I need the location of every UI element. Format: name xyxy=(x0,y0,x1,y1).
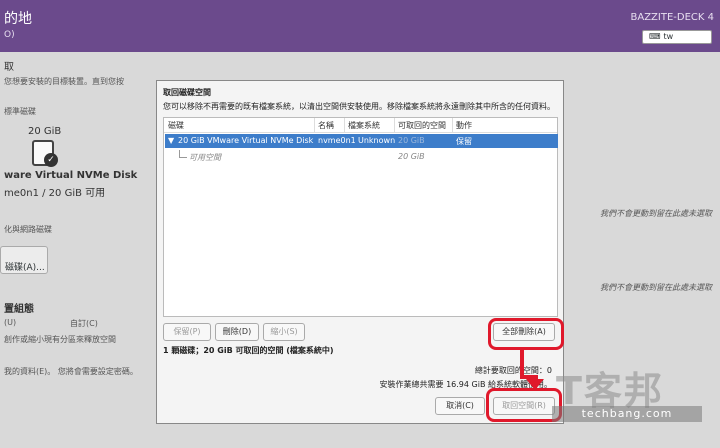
instruction-text: 您想要安裝的目標裝置。直到您按 xyxy=(4,77,124,86)
custom-option[interactable]: 自訂(C) xyxy=(70,318,98,329)
header-title: 的地 xyxy=(4,11,32,27)
free-space-cell: 可用空間 xyxy=(189,153,221,162)
reclaim-hint: 創作或縮小現有分區來釋放空間 xyxy=(4,335,116,344)
local-disks-label: 標準磁碟 xyxy=(4,107,36,116)
watermark-site: techbang.com xyxy=(552,406,702,422)
reclaim-table-area: 磁碟 名稱 檔案系統 可取回的空間 動作 ▼ 20 GiB VMware Vir… xyxy=(163,117,558,399)
expander-triangle-icon[interactable]: ▼ xyxy=(168,136,174,145)
table-row-disk[interactable]: ▼ 20 GiB VMware Virtual NVMe Disk nvme0n… xyxy=(165,134,558,148)
right-hint-1: 我們不會更動到留在此處未選取 xyxy=(600,209,712,218)
disk-size: 20 GiB xyxy=(28,126,62,137)
storage-config-label: 置組態 xyxy=(4,304,34,315)
automatic-option[interactable]: (U) xyxy=(4,318,16,327)
delete-all-highlight xyxy=(488,318,564,350)
network-disks-label: 化與網路磁碟 xyxy=(4,225,52,234)
done-button[interactable]: O) xyxy=(4,30,15,40)
cancel-button[interactable]: 取消(C) xyxy=(435,397,485,415)
right-hint-2: 我們不會更動到留在此處未選取 xyxy=(600,283,712,292)
product-name: BAZZITE-DECK 4 xyxy=(630,12,715,23)
disk-name: ware Virtual NVMe Disk xyxy=(4,170,138,181)
watermark: T客邦 techbang.com xyxy=(548,360,708,430)
column-header-filesystem[interactable]: 檔案系統 xyxy=(348,120,380,131)
keyboard-layout-value: tw xyxy=(663,32,674,41)
delete-button[interactable]: 刪除(D) xyxy=(215,323,259,341)
keep-button[interactable]: 保留(P) xyxy=(163,323,211,341)
check-icon: ✓ xyxy=(44,153,58,167)
filesystem-cell: Unknown xyxy=(358,136,396,145)
column-header-name[interactable]: 名稱 xyxy=(318,120,334,131)
summary-left: 1 顆磁碟；20 GiB 可取回的空間 (檔案系統中) xyxy=(163,346,334,355)
column-header-reclaimable[interactable]: 可取回的空間 xyxy=(398,120,446,131)
shrink-button[interactable]: 縮小(S) xyxy=(263,323,305,341)
column-header-disk[interactable]: 磁碟 xyxy=(168,120,184,131)
summary-total: 總計要取回的空間：0 xyxy=(474,366,552,375)
name-cell: nvme0n1 xyxy=(318,136,356,145)
dialog-description: 您可以移除不再需要的既有檔案系統，以清出空間供安裝使用。移除檔案系統將永遠刪除其… xyxy=(163,102,555,111)
action-cell: 保留 xyxy=(456,137,472,146)
arrow-shaft xyxy=(520,350,524,378)
reclaim-dialog: 取回磁碟空間 您可以移除不再需要的既有檔案系統，以清出空間供安裝使用。移除檔案系… xyxy=(156,80,564,424)
reclaimable-cell: 20 GiB xyxy=(398,136,425,145)
encrypt-text: 我的資料(E)。 您將會需要設定密碼。 xyxy=(4,367,138,376)
installer-header: 的地 O) BAZZITE-DECK 4 ⌨ tw xyxy=(0,0,720,52)
section-title: 取 xyxy=(4,62,14,73)
keyboard-layout-button[interactable]: ⌨ tw xyxy=(642,30,712,44)
column-header-action[interactable]: 動作 xyxy=(456,120,472,131)
disk-table: 磁碟 名稱 檔案系統 可取回的空間 動作 ▼ 20 GiB VMware Vir… xyxy=(163,117,558,317)
dialog-title: 取回磁碟空間 xyxy=(163,88,211,97)
table-row-free-space[interactable]: 可用空間 20 GiB xyxy=(165,150,558,164)
disk-cell: 20 GiB VMware Virtual NVMe Disk xyxy=(178,136,314,145)
disk-info: me0n1 / 20 GiB 可用 xyxy=(4,188,106,199)
free-space-size-cell: 20 GiB xyxy=(398,152,425,161)
add-disk-button[interactable]: 磁碟(A)... xyxy=(0,246,48,274)
keyboard-icon: ⌨ xyxy=(649,32,661,41)
tree-connector xyxy=(179,150,187,158)
